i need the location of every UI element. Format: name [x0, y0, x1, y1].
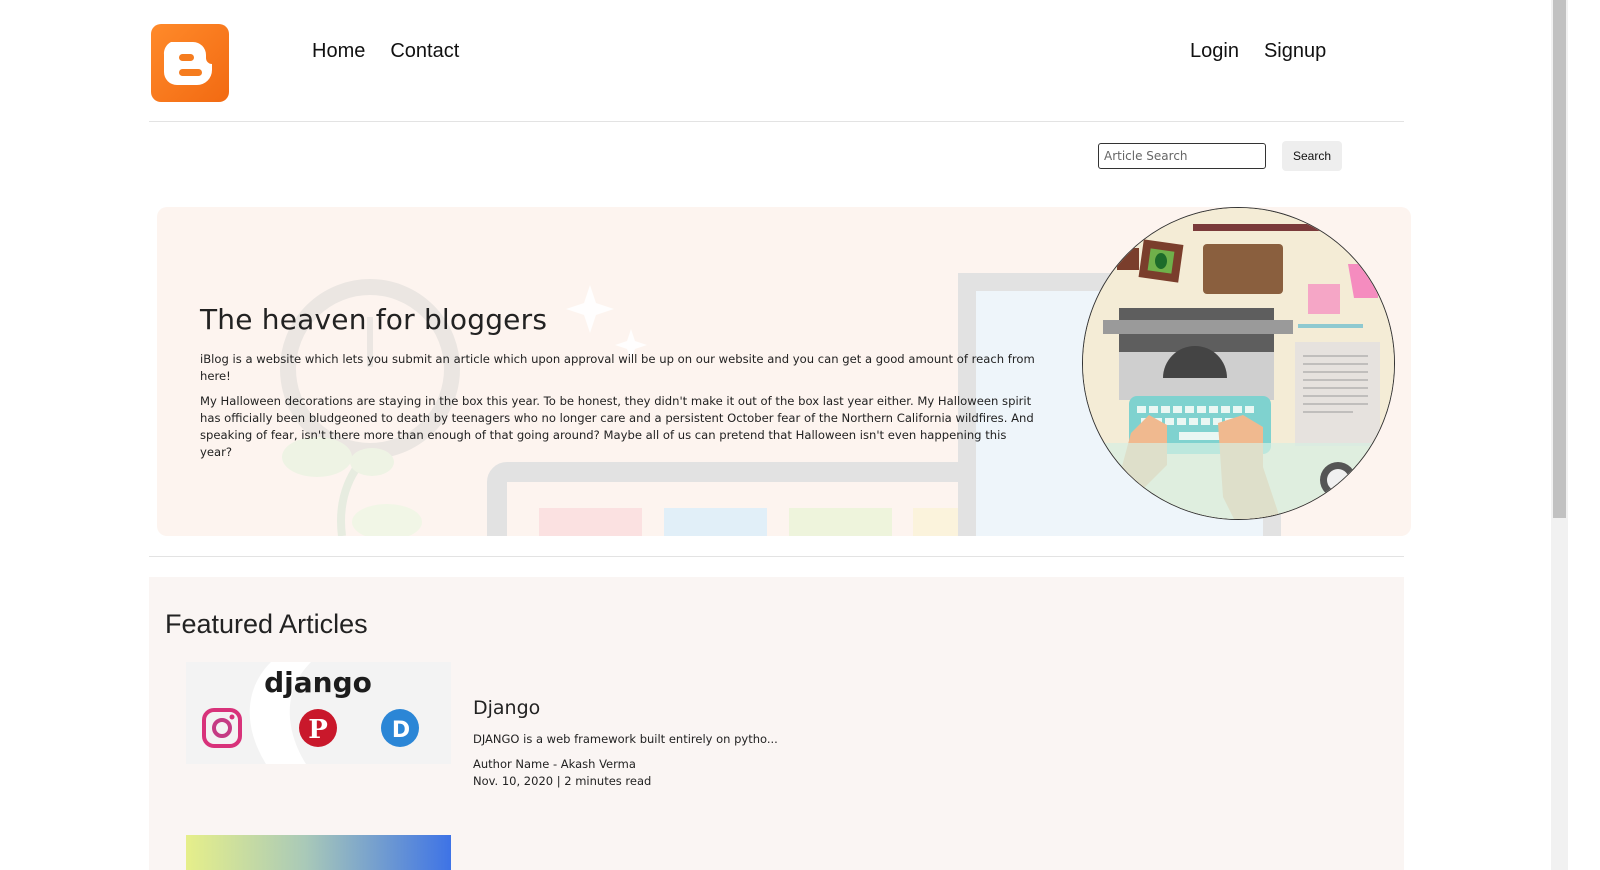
page: Home Contact Login Signup Search	[0, 0, 1600, 870]
nav-contact-link[interactable]: Contact	[390, 40, 459, 63]
typewriter-illustration	[1082, 207, 1395, 520]
auth-nav: Login Signup	[1190, 40, 1326, 63]
svg-text:P: P	[308, 715, 328, 745]
search-button[interactable]: Search	[1282, 141, 1342, 171]
vertical-scrollbar[interactable]	[1551, 0, 1568, 870]
hero-paragraph-intro: iBlog is a website which lets you submit…	[200, 352, 1035, 383]
featured-articles-section: Featured Articles django P D Django DJAN…	[149, 577, 1404, 870]
hero-title: The heaven for bloggers	[200, 303, 548, 336]
section-divider	[149, 556, 1404, 557]
django-thumbnail-image: django P D	[186, 662, 451, 764]
article-author: Author Name - Akash Verma	[473, 757, 636, 771]
article-excerpt: DJANGO is a web framework built entirely…	[473, 732, 778, 746]
article-date-readtime: Nov. 10, 2020 | 2 minutes read	[473, 774, 652, 788]
article-title-link[interactable]: Django	[473, 697, 540, 719]
django-wordmark: django	[264, 666, 372, 699]
primary-nav: Home Contact	[312, 40, 459, 63]
blogger-b-icon	[163, 42, 212, 85]
header-divider	[149, 121, 1404, 122]
blogger-logo[interactable]	[151, 24, 229, 102]
typewriter-icon	[1083, 208, 1394, 519]
article-thumbnail[interactable]: django P D	[186, 662, 451, 764]
featured-articles-title: Featured Articles	[165, 609, 368, 639]
login-link[interactable]: Login	[1190, 40, 1239, 63]
article-thumbnail-next[interactable]	[186, 835, 451, 870]
article-search-input[interactable]	[1098, 143, 1266, 169]
nav-home-link[interactable]: Home	[312, 40, 365, 63]
svg-text:D: D	[392, 718, 410, 743]
scrollbar-thumb[interactable]	[1553, 0, 1566, 518]
hero-paragraph-story: My Halloween decorations are staying in …	[200, 394, 1034, 459]
hero-description: iBlog is a website which lets you submit…	[200, 351, 1040, 469]
signup-link[interactable]: Signup	[1264, 40, 1326, 63]
